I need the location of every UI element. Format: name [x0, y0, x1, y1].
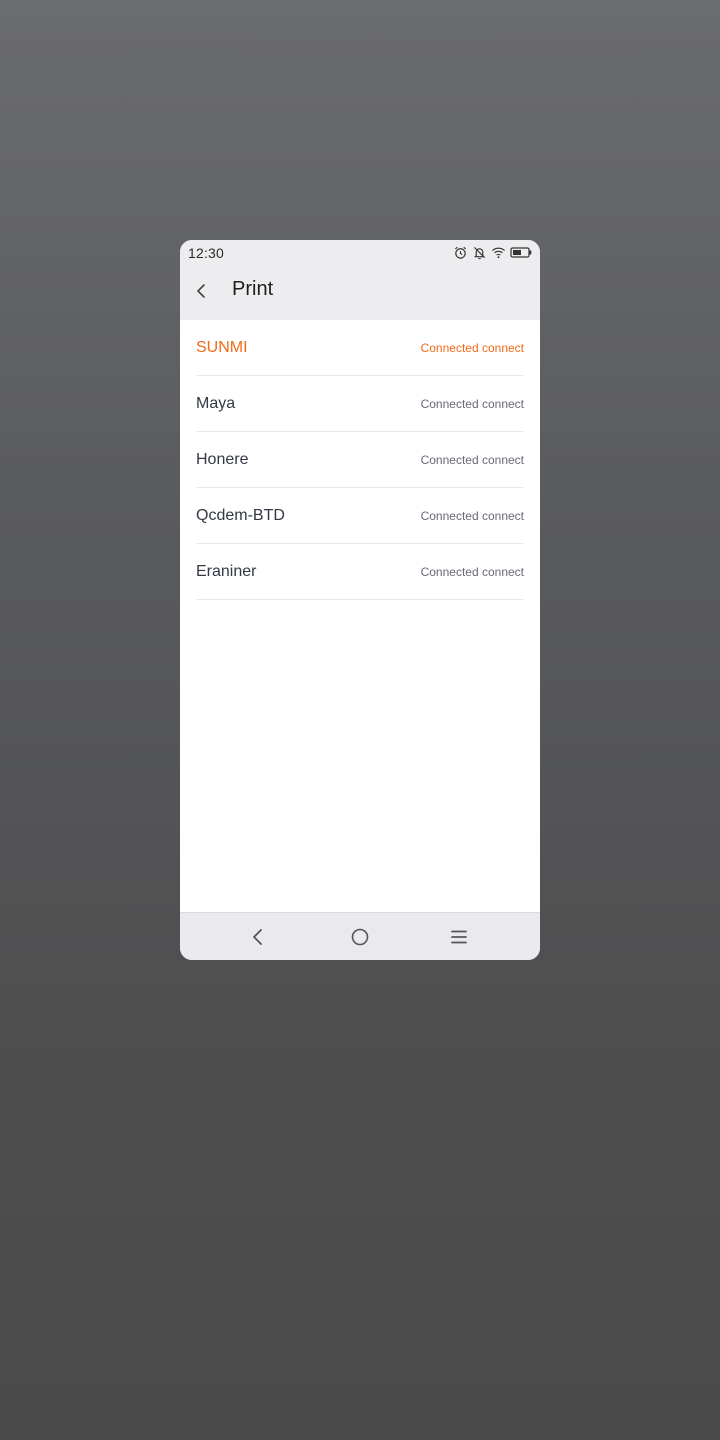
- battery-icon: [510, 245, 532, 260]
- printer-name: Qcdem-BTD: [196, 507, 285, 524]
- bell-off-icon: [472, 245, 487, 260]
- wifi-icon: [491, 245, 506, 260]
- chevron-left-icon: [197, 284, 205, 298]
- page-title: Print: [232, 278, 274, 300]
- printer-status: Connected connect: [420, 453, 524, 467]
- nav-home-icon: [351, 928, 369, 946]
- printer-status: Connected connect: [420, 341, 524, 355]
- printer-name: Eraniner: [196, 563, 257, 580]
- status-bar: 12:30: [180, 240, 540, 265]
- nav-back-button[interactable]: [246, 925, 270, 949]
- printer-row-eraniner[interactable]: Eraniner Connected connect: [196, 544, 524, 600]
- phone-screen: 12:30 Print SUNMI Connected connect Maya…: [180, 240, 540, 960]
- status-icons: [453, 244, 532, 260]
- nav-back-icon: [253, 929, 262, 945]
- nav-menu-icon: [451, 930, 467, 944]
- printer-status: Connected connect: [420, 509, 524, 523]
- printer-name: Honere: [196, 451, 249, 468]
- app-header: Print: [180, 265, 540, 320]
- printer-row-sunmi[interactable]: SUNMI Connected connect: [196, 320, 524, 376]
- alarm-icon: [453, 245, 468, 260]
- status-time: 12:30: [188, 245, 225, 261]
- printer-row-qcdem-btd[interactable]: Qcdem-BTD Connected connect: [196, 488, 524, 544]
- printer-status: Connected connect: [420, 565, 524, 579]
- nav-menu-button[interactable]: [447, 925, 471, 949]
- nav-home-button[interactable]: [348, 925, 372, 949]
- printer-name: Maya: [196, 395, 236, 412]
- printer-name: SUNMI: [196, 339, 248, 356]
- system-nav-bar: [180, 912, 540, 960]
- printer-list: SUNMI Connected connect Maya Connected c…: [196, 320, 524, 600]
- printer-row-honere[interactable]: Honere Connected connect: [196, 432, 524, 488]
- back-button[interactable]: [190, 279, 214, 303]
- printer-row-maya[interactable]: Maya Connected connect: [196, 376, 524, 432]
- printer-status: Connected connect: [420, 397, 524, 411]
